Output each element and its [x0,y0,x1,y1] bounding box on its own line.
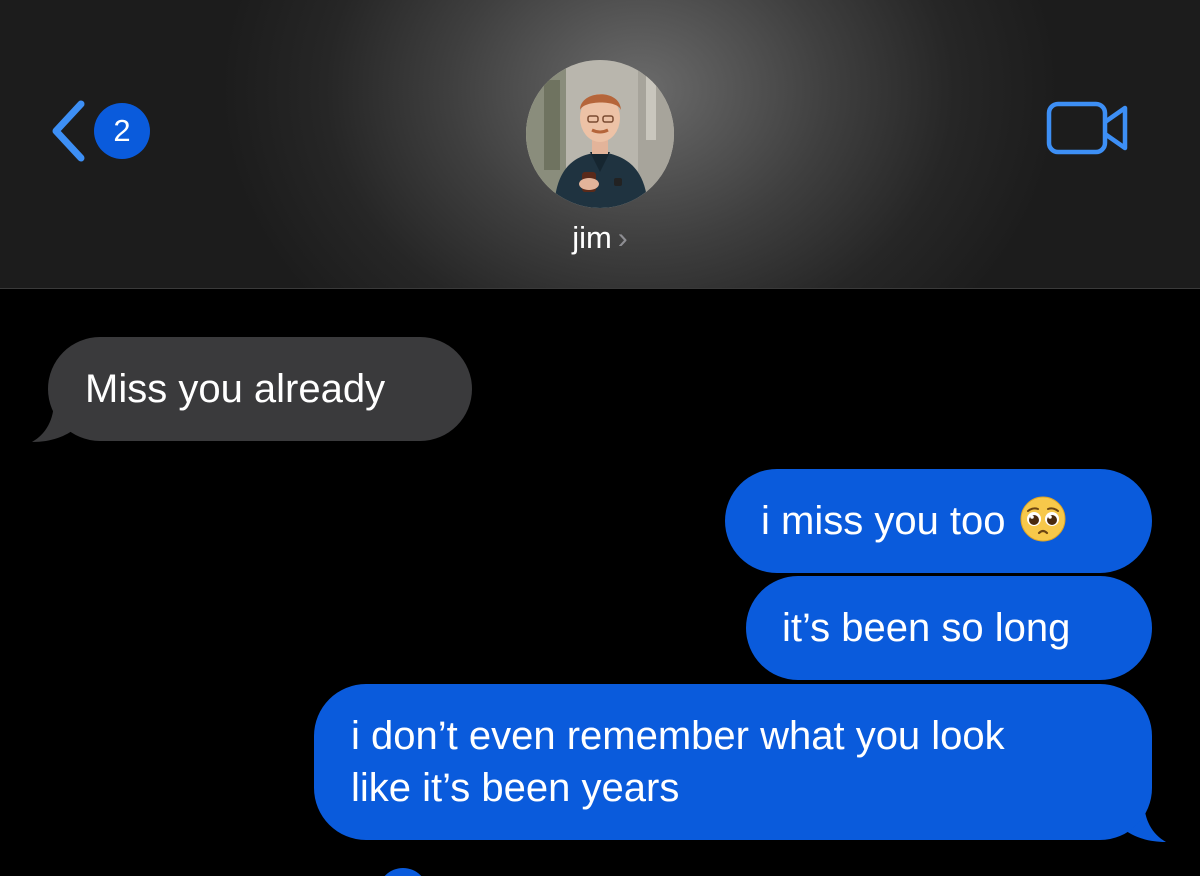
partial-next-bubble [378,868,428,876]
message-text: i miss you too [761,499,1006,543]
facetime-video-button[interactable] [1046,100,1130,163]
avatar-photo [526,60,674,208]
incoming-message-bubble[interactable]: Miss you already [48,337,472,441]
message-text: Miss you already [85,367,386,411]
contact-avatar[interactable] [526,60,674,208]
back-button[interactable]: 2 [48,98,150,164]
message-text: it’s been so long [782,606,1071,650]
outgoing-message-bubble[interactable]: i miss you too [725,469,1152,573]
contact-name-button[interactable]: jim › [0,220,1200,256]
chevron-right-icon: › [617,222,628,255]
conversation-screen: 2 jim › Miss you already i miss you too … [0,0,1200,876]
outgoing-message-bubble[interactable]: i don’t even remember what you look like… [314,684,1152,840]
chevron-left-icon [52,100,85,162]
message-text-line: i don’t even remember what you look [351,714,1005,758]
video-camera-icon [1046,101,1128,155]
outgoing-message-bubble[interactable]: it’s been so long [746,576,1152,680]
conversation-header: 2 jim › [0,0,1200,289]
message-text-line: like it’s been years [351,766,680,810]
unread-count-badge: 2 [94,103,150,159]
contact-name: jim [572,220,612,255]
pleading-face-emoji [1020,496,1066,542]
